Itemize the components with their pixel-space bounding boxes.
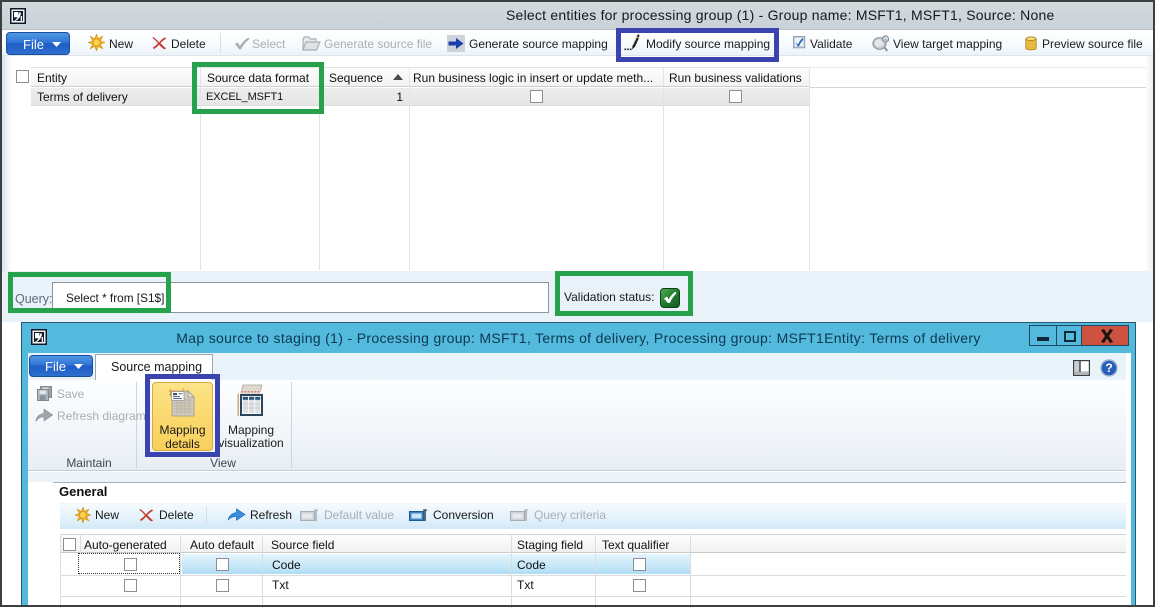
- svg-text:?: ?: [1105, 361, 1112, 375]
